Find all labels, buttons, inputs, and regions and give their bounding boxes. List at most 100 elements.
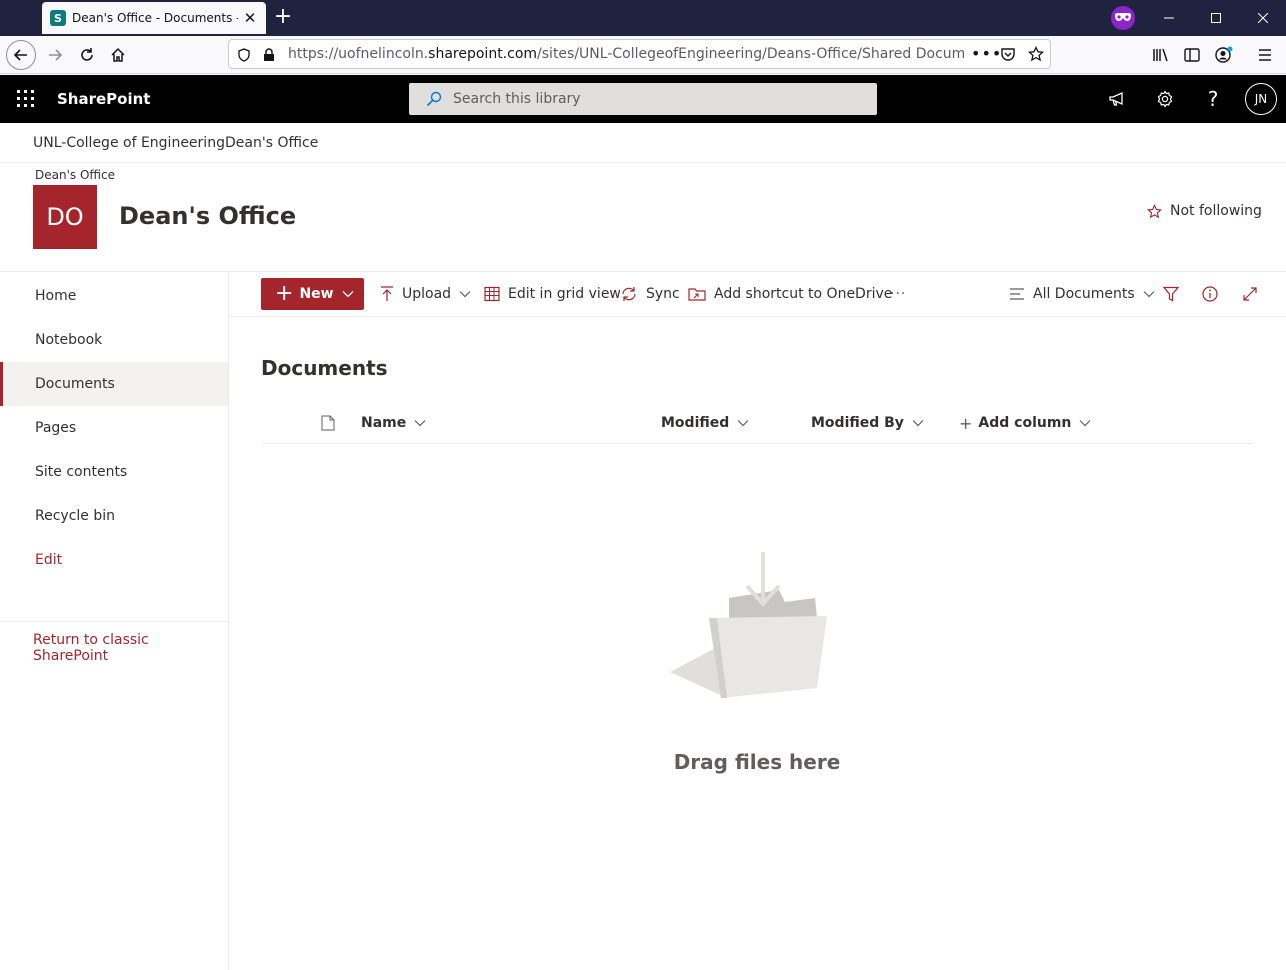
column-name[interactable]: Name (361, 403, 426, 443)
sync-icon (622, 287, 636, 301)
site-title[interactable]: Dean's Office (119, 202, 296, 230)
site-logo[interactable]: DO (33, 185, 97, 249)
add-column-button[interactable]: + Add column (959, 403, 1091, 443)
nav-divider (0, 621, 228, 622)
add-column-label: Add column (978, 415, 1072, 431)
column-name-label: Name (361, 415, 407, 431)
file-type-column-icon[interactable] (321, 403, 335, 443)
chevron-down-icon (342, 291, 354, 298)
column-modified-label: Modified (661, 415, 730, 431)
sidebar-icon[interactable] (1177, 40, 1207, 70)
library-heading: Documents (261, 356, 388, 380)
library-icon[interactable] (1146, 40, 1176, 70)
tab-close-icon[interactable]: ✕ (242, 9, 258, 27)
chevron-down-icon (737, 420, 749, 427)
edit-grid-view-button[interactable]: Edit in grid view (484, 278, 621, 310)
edit-grid-view-label: Edit in grid view (508, 286, 621, 302)
url-prefix: https://uofnelincoln. (288, 46, 429, 62)
star-icon (1147, 203, 1162, 218)
private-browsing-icon (1111, 6, 1135, 30)
add-shortcut-button[interactable]: Add shortcut to OneDrive (688, 278, 892, 310)
new-tab-button[interactable]: + (270, 4, 296, 30)
chevron-down-icon (1143, 291, 1155, 298)
upload-button[interactable]: Upload (380, 278, 479, 310)
site-breadcrumb[interactable]: Dean's Office (35, 168, 115, 182)
url-path: /sites/UNL-CollegeofEngineering/Deans-Of… (537, 46, 964, 62)
sharepoint-brand-link[interactable]: SharePoint (57, 75, 150, 123)
more-commands-button[interactable]: ··· (890, 278, 906, 310)
nav-item-home[interactable]: Home (0, 274, 228, 318)
chevron-down-icon (912, 420, 924, 427)
expand-icon[interactable] (1242, 278, 1266, 310)
minimize-icon[interactable] (1146, 0, 1192, 36)
follow-button[interactable]: Not following (1147, 203, 1262, 219)
upload-label: Upload (402, 286, 452, 302)
megaphone-icon[interactable] (1101, 83, 1133, 115)
empty-folder-illustration (667, 550, 831, 702)
column-modified-by[interactable]: Modified By (811, 403, 924, 443)
left-navigation: Home Notebook Documents Pages Site conte… (0, 272, 229, 970)
home-icon[interactable] (103, 40, 133, 70)
help-icon[interactable]: ? (1197, 83, 1229, 115)
settings-icon[interactable] (1149, 83, 1181, 115)
view-lines-icon (1010, 288, 1024, 300)
chevron-down-icon (414, 420, 426, 427)
sync-button[interactable]: Sync (620, 278, 680, 310)
command-bar: + New Upload Edit in grid view Sync Add … (229, 272, 1286, 317)
lock-icon[interactable] (263, 47, 275, 66)
column-header-row: Name Modified Modified By + Add column (261, 403, 1253, 444)
user-avatar[interactable]: JN (1245, 83, 1277, 115)
maximize-icon[interactable] (1193, 0, 1239, 36)
browser-tab-strip: S Dean's Office - Documents - All Docume… (0, 0, 1286, 36)
follow-label: Not following (1170, 203, 1262, 219)
chevron-down-icon (1079, 420, 1091, 427)
nav-item-notebook[interactable]: Notebook (0, 318, 228, 362)
tab-title: Dean's Office - Documents - All Document… (72, 11, 238, 25)
upload-icon (381, 286, 393, 301)
search-input[interactable]: Search this library (409, 83, 877, 115)
hub-link-college[interactable]: UNL-College of Engineering (33, 123, 225, 163)
close-icon[interactable] (1240, 0, 1286, 36)
back-icon[interactable] (6, 40, 36, 70)
return-to-classic-link[interactable]: Return to classic SharePoint (33, 632, 228, 664)
sharepoint-favicon-icon: S (50, 10, 66, 26)
chevron-down-icon (459, 291, 471, 298)
plus-icon: + (959, 413, 973, 433)
shortcut-icon (688, 288, 706, 301)
pocket-icon[interactable] (1000, 46, 1016, 66)
menu-icon[interactable] (1250, 40, 1280, 70)
nav-edit-link[interactable]: Edit (0, 538, 228, 582)
url-text[interactable]: https://uofnelincoln.sharepoint.com/site… (288, 40, 964, 68)
nav-item-recycle-bin[interactable]: Recycle bin (0, 494, 228, 538)
plus-icon: + (275, 281, 294, 306)
new-label: New (299, 286, 334, 302)
account-icon[interactable] (1209, 40, 1239, 70)
forward-icon[interactable] (40, 40, 70, 70)
url-bar[interactable]: https://uofnelincoln.sharepoint.com/site… (228, 39, 1051, 69)
nav-item-site-contents[interactable]: Site contents (0, 450, 228, 494)
reload-icon[interactable] (72, 40, 102, 70)
browser-tab[interactable]: S Dean's Office - Documents - All Docume… (42, 2, 266, 34)
suite-bar: SharePoint Search this library ? JN (0, 75, 1286, 123)
new-button[interactable]: + New (261, 278, 364, 310)
grid-icon (484, 286, 500, 302)
filter-icon[interactable] (1163, 278, 1187, 310)
info-icon[interactable] (1202, 278, 1226, 310)
hub-navigation: UNL-College of Engineering Dean's Office (0, 123, 1286, 163)
column-modified-by-label: Modified By (811, 415, 904, 431)
app-launcher-icon[interactable] (14, 87, 38, 111)
more-icon[interactable]: ••• (971, 44, 1002, 63)
nav-item-documents[interactable]: Documents (0, 362, 228, 406)
sync-label: Sync (646, 286, 680, 302)
empty-state-message: Drag files here (673, 750, 841, 774)
browser-toolbar: https://uofnelincoln.sharepoint.com/site… (0, 36, 1286, 74)
view-switcher[interactable]: All Documents (1009, 278, 1163, 310)
bookmark-star-icon[interactable] (1027, 45, 1045, 66)
view-label: All Documents (1033, 286, 1135, 302)
column-modified[interactable]: Modified (661, 403, 749, 443)
hub-link-deans-office[interactable]: Dean's Office (225, 123, 318, 163)
shield-icon[interactable] (237, 47, 251, 66)
url-domain: sharepoint.com (428, 46, 538, 62)
search-placeholder: Search this library (453, 91, 581, 107)
nav-item-pages[interactable]: Pages (0, 406, 228, 450)
